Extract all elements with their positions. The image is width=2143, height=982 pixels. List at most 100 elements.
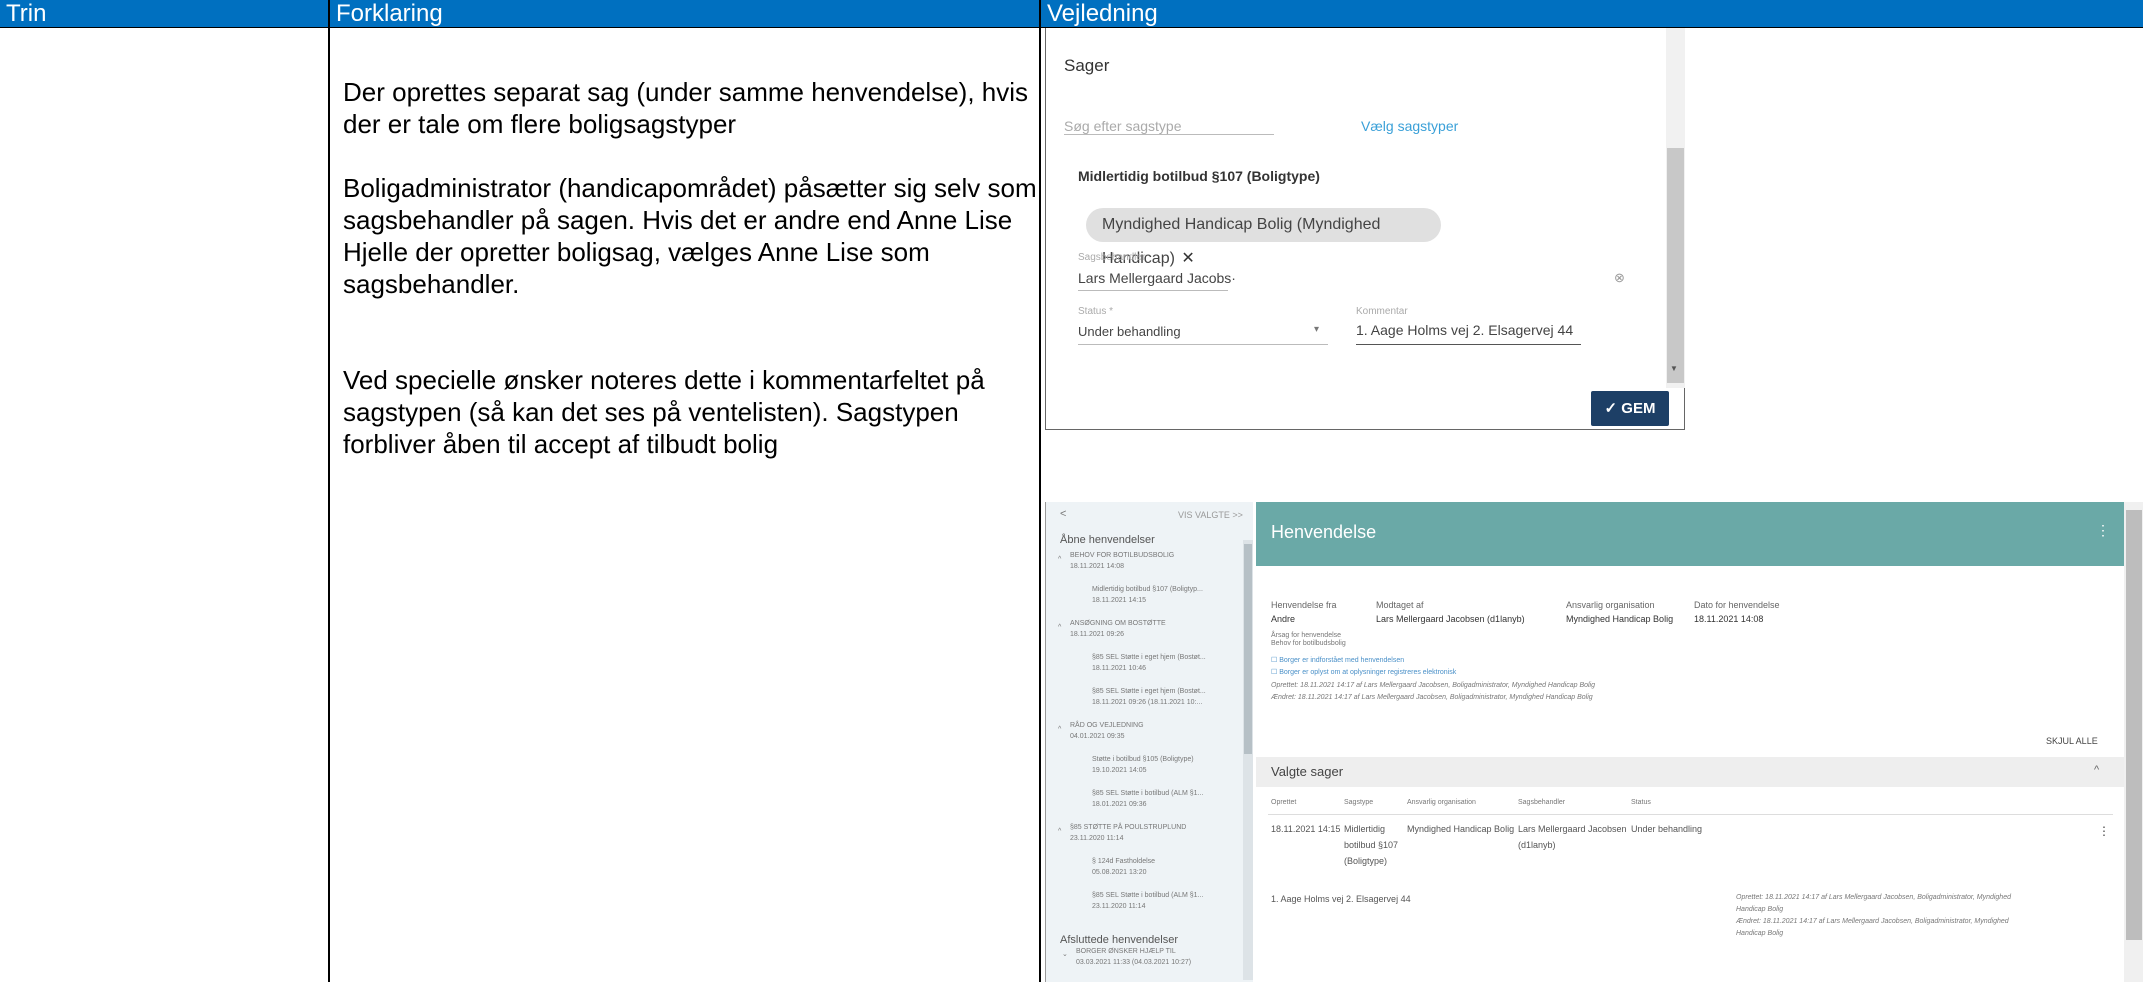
henvendelse-sidebar	[1046, 502, 1253, 982]
table-header: Ansvarlig organisation	[1407, 799, 1476, 806]
tree-expand-icon[interactable]: ^	[1058, 726, 1061, 733]
row-type: Midlertidig	[1344, 824, 1386, 834]
comment-label: Kommentar	[1356, 306, 1408, 317]
explanation-paragraph-3: Ved specielle ønsker noteres dette i kom…	[343, 365, 985, 459]
field-value: 18.11.2021 14:08	[1694, 614, 1764, 624]
tree-date: 23.11.2020 11:14	[1070, 835, 1124, 842]
row-created: 18.11.2021 14:15	[1271, 824, 1341, 834]
changed-info: Ændret: 18.11.2021 14:17 af Lars Mellerg…	[1271, 694, 1593, 701]
closed-cases-heading: Afsluttede henvendelser	[1060, 934, 1179, 946]
consent-checkbox-2[interactable]: ☐ Borger er oplyst om at oplysninger reg…	[1271, 668, 1456, 676]
selected-cases-heading: Valgte sager	[1271, 764, 1344, 779]
back-icon[interactable]: <	[1060, 508, 1066, 520]
tree-subcase-title[interactable]: §85 SEL Støtte i eget hjem (Bostøt...	[1092, 688, 1206, 695]
collapse-icon[interactable]: ^	[2094, 764, 2099, 776]
tree-subcase-title[interactable]: §85 SEL Støtte i botilbud (ALM §1...	[1092, 892, 1203, 899]
reason-label: Årsag for henvendelse	[1271, 632, 1342, 639]
tree-subcase-title[interactable]: § 124d Fastholdelse	[1092, 858, 1155, 865]
status-label: Status *	[1078, 306, 1114, 317]
sagstype-search-input[interactable]: Søg efter sagstype	[1064, 118, 1182, 134]
explanation-cell: Der oprettes separat sag (under samme he…	[343, 76, 1043, 460]
row-changed-info: Handicap Bolig	[1736, 930, 1784, 937]
table-header: Sagsbehandler	[1518, 799, 1566, 806]
organisation-chip: Myndighed Handicap Bolig (Myndighed Hand…	[1086, 208, 1441, 267]
comment-input[interactable]: 1. Aage Holms vej 2. Elsagervej 44	[1356, 322, 1573, 338]
tree-subcase-title[interactable]: §85 SEL Støtte i botilbud (ALM §1...	[1092, 790, 1203, 797]
column-divider-1	[328, 28, 330, 982]
scroll-down-icon[interactable]: ▼	[1670, 364, 1678, 373]
tree-date: 18.01.2021 09:36	[1092, 801, 1147, 808]
table-header: Oprettet	[1271, 799, 1297, 806]
selected-cases-band	[1256, 757, 2124, 787]
tree-date: 04.01.2021 09:35	[1070, 733, 1125, 740]
closed-item-date: 03.03.2021 11:33 (04.03.2021 10:27)	[1076, 959, 1192, 966]
table-header: Status	[1631, 799, 1651, 806]
explanation-paragraph-2: Boligadministrator (handicapområdet) pås…	[343, 173, 1037, 299]
row-handler: Lars Mellergaard Jacobsen	[1518, 824, 1627, 834]
tree-case-title[interactable]: BEHOV FOR BOTILBUDSBOLIG	[1070, 552, 1174, 559]
sager-title: Sager	[1064, 56, 1110, 75]
closed-expand-icon[interactable]: ⌄	[1062, 950, 1068, 958]
closed-item-title[interactable]: BORGER ØNSKER HJÆLP TIL	[1076, 948, 1176, 955]
row-created-info: Oprettet: 18.11.2021 14:17 af Lars Melle…	[1736, 894, 2011, 901]
field-label: Ansvarlig organisation	[1566, 600, 1655, 610]
tree-date: 18.11.2021 09:26	[1070, 631, 1124, 638]
tree-subcase-title[interactable]: Midlertidig botilbud §107 (Boligtyp...	[1092, 586, 1203, 593]
field-value: Andre	[1271, 614, 1296, 624]
save-button[interactable]: ✓ GEM	[1591, 391, 1669, 426]
handler-input[interactable]: Lars Mellergaard Jacobs·	[1078, 270, 1236, 286]
sidebar-scroll-thumb[interactable]	[1244, 544, 1252, 754]
tree-expand-icon[interactable]: ^	[1058, 624, 1061, 631]
henvendelse-header-bar	[1256, 502, 2124, 566]
row-handler: (d1lanyb)	[1518, 840, 1556, 850]
tree-date: 05.08.2021 13:20	[1092, 869, 1147, 876]
row-type: botilbud §107	[1344, 840, 1399, 850]
henvendelse-screenshot: < VIS VALGTE >> Åbne henvendelser BEHOV …	[1045, 502, 2143, 982]
choose-sagstyper-link[interactable]: Vælg sagstyper	[1361, 118, 1458, 134]
row-comment: 1. Aage Holms vej 2. Elsagervej 44	[1271, 894, 1411, 904]
row-status: Under behandling	[1631, 824, 1703, 834]
case-type-heading: Midlertidig botilbud §107 (Boligtype)	[1078, 168, 1320, 184]
tree-expand-icon[interactable]: ^	[1058, 828, 1061, 835]
hide-all-button[interactable]: SKJUL ALLE	[2046, 736, 2098, 746]
tree-subcase-title[interactable]: Støtte i botilbud §105 (Boligtype)	[1092, 756, 1194, 763]
tree-date: 18.11.2021 14:08	[1070, 563, 1124, 570]
consent-checkbox-1[interactable]: ☐ Borger er indforstået med henvendelsen	[1271, 656, 1404, 664]
henvendelse-title: Henvendelse	[1271, 522, 1377, 542]
header-trin: Trin	[0, 0, 330, 28]
reason-value: Behov for botilbudsbolig	[1271, 640, 1346, 647]
chevron-down-icon[interactable]: ▾	[1314, 324, 1319, 335]
tree-case-title[interactable]: §85 STØTTE PÅ POULSTRUPLUND	[1070, 824, 1186, 831]
field-label: Dato for henvendelse	[1694, 600, 1780, 610]
handler-label: Sagsbehandler	[1078, 252, 1146, 263]
main-scroll-thumb[interactable]	[2126, 510, 2142, 940]
open-cases-heading: Åbne henvendelser	[1060, 534, 1155, 546]
table-header: Sagstype	[1344, 799, 1374, 806]
dialog-scroll-thumb[interactable]	[1667, 148, 1684, 383]
explanation-paragraph-1: Der oprettes separat sag (under samme he…	[343, 77, 1029, 139]
row-menu-icon[interactable]: ⋮	[2098, 824, 2110, 838]
tree-date: 18.11.2021 10:46	[1092, 665, 1146, 672]
chip-close-icon[interactable]: ✕	[1181, 250, 1194, 267]
tree-date: 18.11.2021 14:15	[1092, 597, 1146, 604]
row-org: Myndighed Handicap Bolig	[1407, 824, 1515, 834]
field-label: Henvendelse fra	[1271, 600, 1337, 610]
tree-date: 18.11.2021 09:26 (18.11.2021 10:...	[1092, 699, 1203, 706]
row-changed-info: Ændret: 18.11.2021 14:17 af Lars Mellerg…	[1736, 918, 2009, 925]
more-menu-icon[interactable]: ⋮	[2096, 522, 2110, 539]
tree-date: 19.10.2021 14:05	[1092, 767, 1147, 774]
created-info: Oprettet: 18.11.2021 14:17 af Lars Melle…	[1271, 682, 1596, 689]
tree-date: 23.11.2020 11:14	[1092, 903, 1146, 910]
tree-subcase-title[interactable]: §85 SEL Støtte i eget hjem (Bostøt...	[1092, 654, 1206, 661]
header-vejledning: Vejledning	[1041, 0, 2143, 28]
clear-handler-icon[interactable]: ⊗	[1614, 270, 1625, 286]
tree-case-title[interactable]: RÅD OG VEJLEDNING	[1070, 722, 1144, 729]
status-select[interactable]: Under behandling	[1078, 324, 1181, 339]
header-forklaring: Forklaring	[330, 0, 1041, 28]
row-type: (Boligtype)	[1344, 856, 1388, 866]
tree-case-title[interactable]: ANSØGNING OM BOSTØTTE	[1070, 620, 1166, 627]
show-selected-link[interactable]: VIS VALGTE >>	[1178, 510, 1243, 520]
row-created-info: Handicap Bolig	[1736, 906, 1784, 913]
tree-expand-icon[interactable]: ^	[1058, 556, 1061, 563]
field-value: Myndighed Handicap Bolig	[1566, 614, 1674, 624]
